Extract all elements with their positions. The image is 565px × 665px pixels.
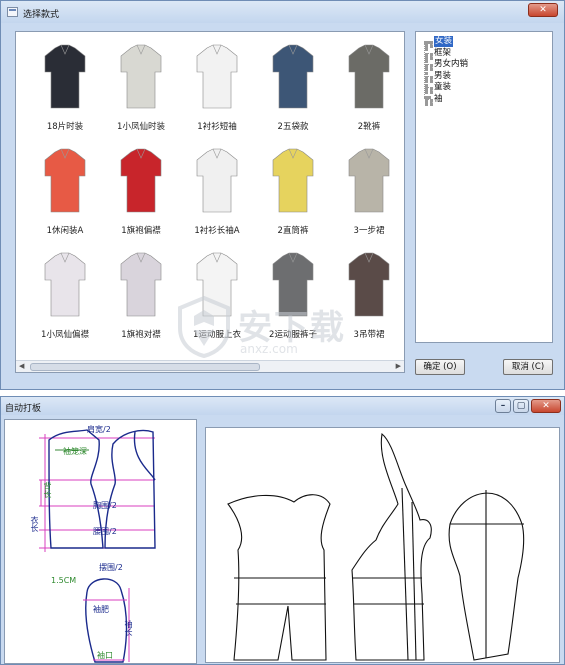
cancel-button[interactable]: 取消 (C) [503,359,553,375]
close-button[interactable]: ✕ [531,399,561,413]
garment-label: 1小凤仙时装 [117,122,165,132]
tree-connector [425,75,433,80]
hip-label: 摆围/2 [99,563,123,572]
window-icon [7,7,18,17]
red-qipao-icon [117,146,165,216]
pencil-skirt-icon [345,146,393,216]
maximize-button[interactable]: ▢ [513,399,529,413]
window-title: 选择款式 [23,10,60,20]
scroll-thumb[interactable] [30,363,260,371]
garment-tile[interactable]: 1旗袍偏襟 [104,142,178,252]
back-length-label: 背长 [43,482,52,498]
garment-tile[interactable]: 1小凤仙时装 [104,38,178,148]
pattern-drawing-svg [227,432,525,661]
waist-label: 腰围/2 [93,527,117,536]
garment-label: 3一步裙 [353,226,385,236]
watermark-site: anxz.com [240,342,298,356]
garment-label: 1休闲装A [46,226,84,236]
tree-item[interactable]: 男女内销 [434,59,468,70]
title-bar[interactable]: 选择款式 ✕ [1,1,564,23]
tree-item[interactable]: 框架 [434,48,451,59]
floral-blouse-icon [117,42,165,112]
category-tree: 女装 框架 男女内销 男装 童装袖 [415,31,553,343]
garment-label: 1衬衫短袖 [197,122,237,132]
red-sweater-icon [41,146,89,216]
tree-item[interactable]: 男装 [434,71,451,82]
minimize-button[interactable]: – [495,399,511,413]
garment-tile[interactable]: 1休闲装A [28,142,102,252]
scroll-left-icon[interactable]: ◀ [19,362,24,370]
garment-label: 1旗袍偏襟 [121,226,161,236]
yellow-pants-icon [269,146,317,216]
tree-item[interactable]: 女装 [434,36,454,47]
tree-item[interactable]: 童装 [434,82,451,93]
shield-logo-icon [178,296,230,358]
window-title: 自动打板 [5,404,42,414]
suit-jacket-icon [41,42,89,112]
garment-label: 2直筒裤 [277,226,309,236]
scroll-right-icon[interactable]: ▶ [396,362,401,370]
ok-button[interactable]: 确定 (O) [415,359,465,375]
garment-tile[interactable]: 18片时装 [28,38,102,148]
garment-tile[interactable]: 3一步裙 [332,142,404,252]
sleeve-length-label: 袖长 [124,620,133,636]
auto-pattern-window: 自动打板 – ▢ ✕ 肩宽/2 袖笼深 背长 胸围/2 腰围/2 衣长 摆围/2… [0,396,565,665]
bodice-diagram-svg [39,429,156,663]
title-bar[interactable]: 自动打板 – ▢ ✕ [1,397,564,415]
white-qipao-icon [41,250,89,320]
garment-label: 18片时装 [46,122,84,132]
bicep-label: 袖肥 [93,605,109,614]
garment-tile[interactable]: 2靴裤 [332,38,404,148]
armhole-label: 袖笼深 [63,447,87,456]
garment-label: 1小凤仙偏襟 [41,330,89,340]
garment-label: 2靴裤 [357,122,381,132]
qipao-set-icon [117,250,165,320]
garment-label: 2五袋款 [277,122,309,132]
shoulder-width-label: 肩宽/2 [87,425,111,434]
close-button[interactable]: ✕ [528,3,558,17]
garment-tile[interactable]: 1衬衫短袖 [180,38,254,148]
chest-label: 胸围/2 [93,501,117,510]
pattern-canvas[interactable] [205,427,560,663]
garment-label: 1衬衫长袖A [194,226,240,236]
tree-connector [425,87,433,91]
garment-tile[interactable]: 2直筒裤 [256,142,330,252]
tree-connector [425,41,433,45]
garment-tile[interactable]: 1衬衫长袖A [180,142,254,252]
ease-label: 1.5CM [51,576,77,585]
tree-connector [425,52,433,57]
garment-tile[interactable]: 1小凤仙偏襟 [28,246,102,356]
garment-label: 1旗袍对襟 [121,330,161,340]
tree-item[interactable]: 袖 [434,94,443,105]
measurement-diagram: 肩宽/2 袖笼深 背长 胸围/2 腰围/2 衣长 摆围/2 1.5CM 袖肥 袖… [4,419,197,664]
long-sleeve-shirt-icon [193,146,241,216]
garment-tile[interactable]: 1旗袍对襟 [104,246,178,356]
plaid-pants-icon [345,42,393,112]
watermark: 安下载 anxz.com [176,296,386,362]
tree-connector [425,98,433,103]
white-shirt-icon [193,42,241,112]
body-length-label: 衣长 [30,516,39,532]
garment-tile[interactable]: 2五袋款 [256,38,330,148]
jeans-icon [269,42,317,112]
cuff-label: 袖口 [97,651,113,660]
tree-connector [425,64,433,68]
